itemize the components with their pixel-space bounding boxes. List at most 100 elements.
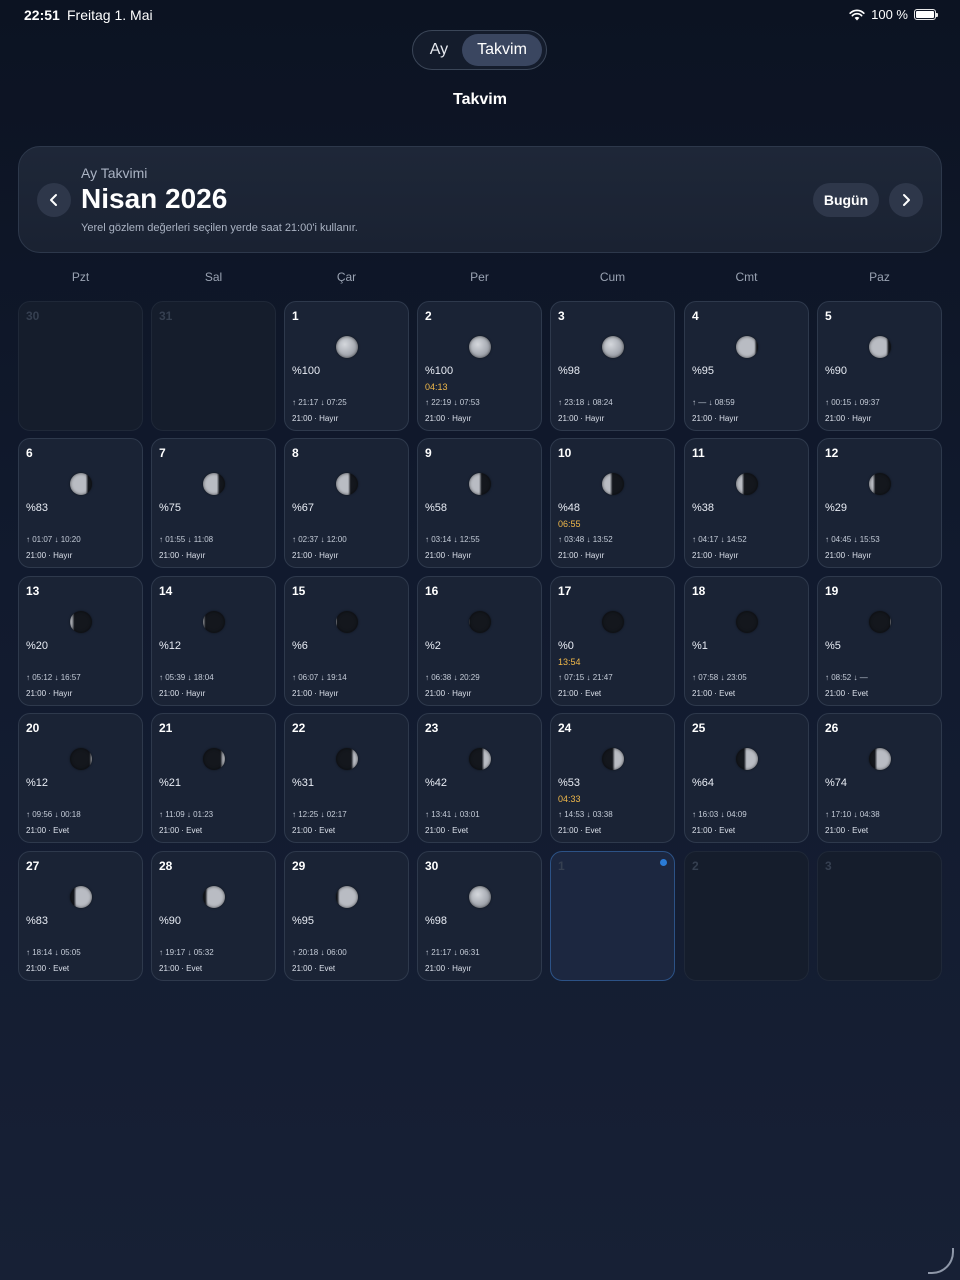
moon-phase-icon bbox=[602, 611, 624, 633]
moon-phase-icon bbox=[469, 473, 491, 495]
calendar-day[interactable]: 2 %100 04:13 ↑ 22:19 ↓ 07:53 21:00 · Hayır bbox=[417, 301, 542, 431]
calendar-day[interactable]: 10 %48 06:55 ↑ 03:48 ↓ 13:52 21:00 · Hayır bbox=[550, 438, 675, 568]
moonrise-moonset: ↑ 01:07 ↓ 10:20 bbox=[26, 535, 81, 544]
calendar-day[interactable]: 15 %6 ↑ 06:07 ↓ 19:14 21:00 · Hayır bbox=[284, 576, 409, 706]
calendar-day[interactable]: 21 %21 ↑ 11:09 ↓ 01:23 21:00 · Evet bbox=[151, 713, 276, 843]
calendar-day-outside[interactable]: 1 bbox=[550, 851, 675, 981]
calendar-day[interactable]: 13 %20 ↑ 05:12 ↓ 16:57 21:00 · Hayır bbox=[18, 576, 143, 706]
moon-phase-icon bbox=[70, 748, 92, 770]
calendar-day[interactable]: 1 %100 ↑ 21:17 ↓ 07:25 21:00 · Hayır bbox=[284, 301, 409, 431]
calendar-day[interactable]: 14 %12 ↑ 05:39 ↓ 18:04 21:00 · Hayır bbox=[151, 576, 276, 706]
observation-status: 21:00 · Hayır bbox=[425, 689, 472, 698]
moon-phase-icon bbox=[70, 611, 92, 633]
segment-ay[interactable]: Ay bbox=[416, 34, 462, 66]
observation-status: 21:00 · Hayır bbox=[558, 414, 605, 423]
observation-status: 21:00 · Evet bbox=[159, 964, 203, 973]
calendar-day-outside[interactable]: 31 bbox=[151, 301, 276, 431]
day-number: 19 bbox=[825, 584, 839, 598]
calendar-day-outside[interactable]: 3 bbox=[817, 851, 942, 981]
segment-takvim[interactable]: Takvim bbox=[462, 34, 542, 66]
observation-status: 21:00 · Hayır bbox=[159, 551, 206, 560]
day-number: 9 bbox=[425, 446, 432, 460]
calendar-day[interactable]: 22 %31 ↑ 12:25 ↓ 02:17 21:00 · Evet bbox=[284, 713, 409, 843]
moon-phase-icon bbox=[869, 748, 891, 770]
calendar-day[interactable]: 27 %83 ↑ 18:14 ↓ 05:05 21:00 · Evet bbox=[18, 851, 143, 981]
day-number: 22 bbox=[292, 721, 306, 735]
moonrise-moonset: ↑ 12:25 ↓ 02:17 bbox=[292, 810, 347, 819]
observation-status: 21:00 · Hayır bbox=[292, 689, 339, 698]
calendar-day[interactable]: 5 %90 ↑ 00:15 ↓ 09:37 21:00 · Hayır bbox=[817, 301, 942, 431]
illumination-percent: %0 bbox=[558, 640, 574, 652]
illumination-percent: %6 bbox=[292, 640, 308, 652]
moonrise-moonset: ↑ 03:14 ↓ 12:55 bbox=[425, 535, 480, 544]
weekday-label: Çar bbox=[336, 270, 357, 284]
day-number: 12 bbox=[825, 446, 839, 460]
illumination-percent: %12 bbox=[26, 777, 49, 789]
weekday-label: Per bbox=[470, 270, 489, 284]
moon-phase-icon bbox=[469, 611, 491, 633]
illumination-percent: %83 bbox=[26, 915, 49, 927]
today-button[interactable]: Bugün bbox=[813, 183, 879, 217]
moonrise-moonset: ↑ 21:17 ↓ 07:25 bbox=[292, 398, 347, 407]
illumination-percent: %74 bbox=[825, 777, 848, 789]
calendar-day[interactable]: 8 %67 ↑ 02:37 ↓ 12:00 21:00 · Hayır bbox=[284, 438, 409, 568]
moon-phase-icon bbox=[203, 886, 225, 908]
illumination-percent: %95 bbox=[292, 915, 315, 927]
calendar-day[interactable]: 23 %42 ↑ 13:41 ↓ 03:01 21:00 · Evet bbox=[417, 713, 542, 843]
moon-phase-icon bbox=[70, 886, 92, 908]
calendar-day[interactable]: 12 %29 ↑ 04:45 ↓ 15:53 21:00 · Hayır bbox=[817, 438, 942, 568]
moon-phase-icon bbox=[469, 748, 491, 770]
calendar-day[interactable]: 25 %64 ↑ 16:03 ↓ 04:09 21:00 · Evet bbox=[684, 713, 809, 843]
calendar-day[interactable]: 24 %53 04:33 ↑ 14:53 ↓ 03:38 21:00 · Evet bbox=[550, 713, 675, 843]
observation-status: 21:00 · Hayır bbox=[292, 414, 339, 423]
calendar-day[interactable]: 7 %75 ↑ 01:55 ↓ 11:08 21:00 · Hayır bbox=[151, 438, 276, 568]
moon-phase-icon bbox=[869, 336, 891, 358]
calendar-day[interactable]: 19 %5 ↑ 08:52 ↓ — 21:00 · Evet bbox=[817, 576, 942, 706]
phase-time: 04:33 bbox=[558, 794, 581, 804]
observation-status: 21:00 · Hayır bbox=[425, 964, 472, 973]
moon-phase-icon bbox=[203, 611, 225, 633]
observation-note: Yerel gözlem değerleri seçilen yerde saa… bbox=[81, 222, 358, 234]
calendar-day[interactable]: 16 %2 ↑ 06:38 ↓ 20:29 21:00 · Hayır bbox=[417, 576, 542, 706]
observation-status: 21:00 · Hayır bbox=[26, 551, 73, 560]
observation-status: 21:00 · Hayır bbox=[558, 551, 605, 560]
weekday-label: Pzt bbox=[71, 270, 90, 284]
calendar-day[interactable]: 30 %98 ↑ 21:17 ↓ 06:31 21:00 · Hayır bbox=[417, 851, 542, 981]
status-date: Freitag 1. Mai bbox=[67, 7, 153, 23]
day-number: 4 bbox=[692, 309, 699, 323]
moon-phase-icon bbox=[736, 473, 758, 495]
calendar-day[interactable]: 4 %95 ↑ — ↓ 08:59 21:00 · Hayır bbox=[684, 301, 809, 431]
calendar-day[interactable]: 28 %90 ↑ 19:17 ↓ 05:32 21:00 · Evet bbox=[151, 851, 276, 981]
calendar-day[interactable]: 3 %98 ↑ 23:18 ↓ 08:24 21:00 · Hayır bbox=[550, 301, 675, 431]
phase-time: 06:55 bbox=[558, 519, 581, 529]
calendar-day[interactable]: 17 %0 13:54 ↑ 07:15 ↓ 21:47 21:00 · Evet bbox=[550, 576, 675, 706]
day-number: 27 bbox=[26, 859, 40, 873]
calendar-day[interactable]: 20 %12 ↑ 09:56 ↓ 00:18 21:00 · Evet bbox=[18, 713, 143, 843]
day-number: 23 bbox=[425, 721, 439, 735]
moon-phase-icon bbox=[736, 336, 758, 358]
moon-phase-icon bbox=[869, 473, 891, 495]
illumination-percent: %75 bbox=[159, 502, 182, 514]
moonrise-moonset: ↑ 20:18 ↓ 06:00 bbox=[292, 948, 347, 957]
day-number: 1 bbox=[558, 859, 565, 873]
calendar-day[interactable]: 9 %58 ↑ 03:14 ↓ 12:55 21:00 · Hayır bbox=[417, 438, 542, 568]
previous-month-button[interactable] bbox=[37, 183, 71, 217]
calendar-day[interactable]: 29 %95 ↑ 20:18 ↓ 06:00 21:00 · Evet bbox=[284, 851, 409, 981]
day-number: 2 bbox=[692, 859, 699, 873]
moon-phase-icon bbox=[869, 611, 891, 633]
observation-status: 21:00 · Hayır bbox=[26, 689, 73, 698]
calendar-day-outside[interactable]: 2 bbox=[684, 851, 809, 981]
calendar-day-outside[interactable]: 30 bbox=[18, 301, 143, 431]
moon-phase-icon bbox=[336, 886, 358, 908]
calendar-day[interactable]: 26 %74 ↑ 17:10 ↓ 04:38 21:00 · Evet bbox=[817, 713, 942, 843]
observation-status: 21:00 · Evet bbox=[558, 826, 602, 835]
month-header-card: Ay Takvimi Nisan 2026 Yerel gözlem değer… bbox=[18, 146, 942, 253]
moonrise-moonset: ↑ 18:14 ↓ 05:05 bbox=[26, 948, 81, 957]
calendar-day[interactable]: 11 %38 ↑ 04:17 ↓ 14:52 21:00 · Hayır bbox=[684, 438, 809, 568]
calendar-day[interactable]: 6 %83 ↑ 01:07 ↓ 10:20 21:00 · Hayır bbox=[18, 438, 143, 568]
moonrise-moonset: ↑ 14:53 ↓ 03:38 bbox=[558, 810, 613, 819]
illumination-percent: %42 bbox=[425, 777, 448, 789]
status-time: 22:51 bbox=[24, 7, 60, 23]
calendar-day[interactable]: 18 %1 ↑ 07:58 ↓ 23:05 21:00 · Evet bbox=[684, 576, 809, 706]
next-month-button[interactable] bbox=[889, 183, 923, 217]
